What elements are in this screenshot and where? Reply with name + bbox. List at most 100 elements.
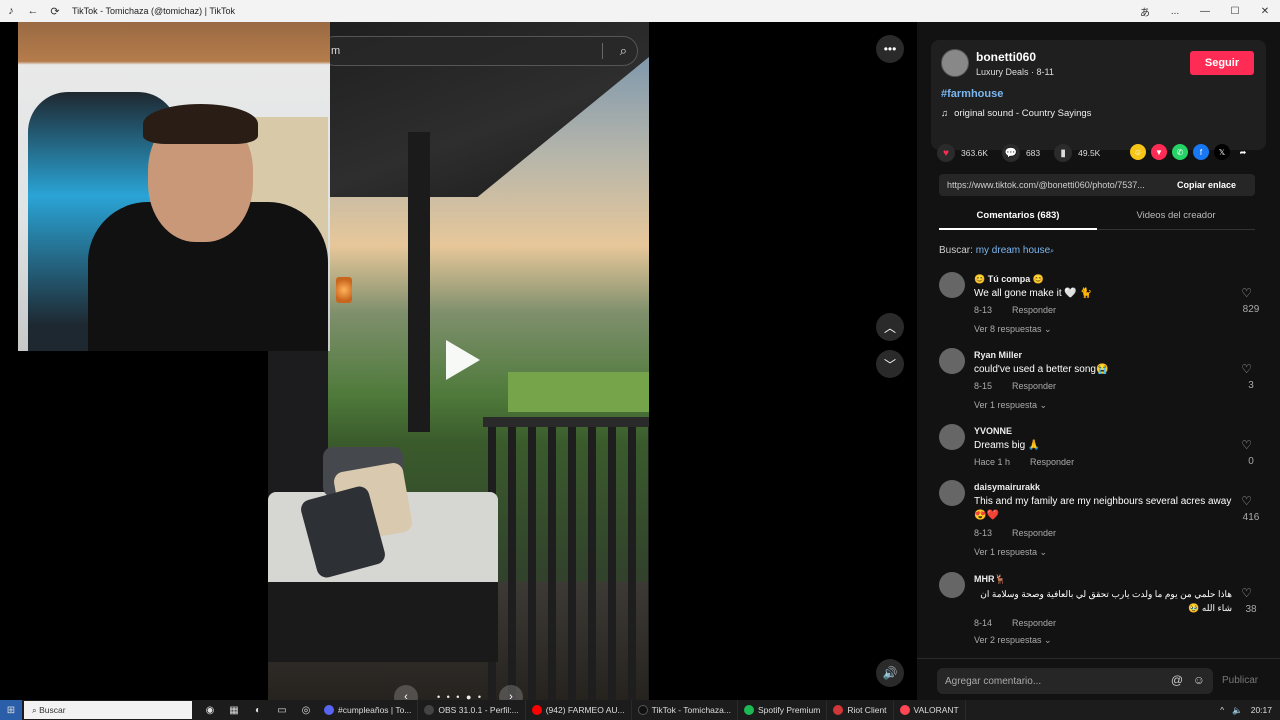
comment-meta: 8-13 Responder — [974, 305, 1056, 315]
file-explorer-icon[interactable]: ▭ — [270, 705, 294, 716]
back-icon[interactable]: ← — [22, 0, 44, 22]
minimize-button[interactable]: — — [1190, 0, 1220, 22]
search-divider — [602, 43, 603, 59]
tiktok-logo-icon: ♪ — [8, 5, 14, 17]
steam-icon[interactable]: ◎ — [294, 705, 318, 716]
coin-share-icon[interactable]: ☺ — [1130, 144, 1146, 160]
comment-author[interactable]: daisymairurakk — [974, 482, 1040, 492]
save-button[interactable]: ▮ 49.5K — [1054, 144, 1100, 162]
video-stage: m ⌕ ‹ • • • ● • › ••• ︿ ﹀ 🔊 — [0, 22, 917, 709]
comment-text: This and my family are my neighbours sev… — [974, 496, 1232, 521]
reply-button[interactable]: Responder — [1012, 528, 1056, 538]
share-link-url[interactable]: https://www.tiktok.com/@bonetti060/photo… — [939, 180, 1171, 190]
taskbar-app-spotify[interactable]: Spotify Premium — [738, 700, 828, 720]
reply-button[interactable]: Responder — [1012, 381, 1056, 391]
avatar[interactable] — [939, 424, 965, 450]
translate-icon[interactable]: あ — [1130, 0, 1160, 22]
previous-video-button[interactable]: ︿ — [876, 313, 904, 341]
taskbar-app-obs[interactable]: OBS 31.0.1 - Perfil:... — [418, 700, 526, 720]
heart-icon[interactable]: ♡ — [1241, 494, 1252, 508]
reload-icon[interactable]: ⟳ — [44, 0, 66, 22]
view-replies-button[interactable]: Ver 8 respuestas ⌄ — [974, 324, 1052, 335]
taskbar-app-tiktok[interactable]: TikTok - Tomichaza... — [632, 700, 738, 720]
search-icon[interactable]: ⌕ — [620, 43, 627, 59]
hashtag-link[interactable]: #farmhouse — [941, 88, 1003, 100]
music-note-icon: ♫ — [941, 108, 949, 119]
taskbar-app-label: OBS 31.0.1 - Perfil:... — [438, 705, 519, 715]
post-comment-button[interactable]: Publicar — [1222, 675, 1258, 686]
volume-icon[interactable]: 🔊 — [876, 659, 904, 687]
follow-button[interactable]: Seguir — [1190, 51, 1254, 75]
suggested-search[interactable]: Buscar: my dream house⌕ — [939, 245, 1054, 256]
reply-button[interactable]: Responder — [1012, 305, 1056, 315]
copilot-icon[interactable]: ◉ — [198, 705, 222, 716]
heart-icon[interactable]: ♡ — [1241, 438, 1252, 452]
comment-button[interactable]: 💬 683 — [1001, 144, 1040, 162]
comment-like-count: 38 — [1245, 604, 1257, 615]
play-icon[interactable] — [446, 340, 480, 380]
comment-like-count: 0 — [1248, 456, 1254, 467]
pinned-icons: ◉ ▦ ◐ ▭ ◎ — [198, 705, 318, 716]
avatar[interactable] — [939, 348, 965, 374]
clock[interactable]: 20:17 — [1251, 705, 1272, 715]
comment-input[interactable]: Agregar comentario... @ ☺ — [937, 668, 1213, 694]
speaker-icon[interactable]: 🔈 — [1232, 705, 1243, 716]
view-replies-button[interactable]: Ver 1 respuesta ⌄ — [974, 400, 1047, 411]
emoji-icon[interactable]: ☺ — [1193, 673, 1205, 687]
comment-text: هاذا حلمي من يوم ما ولدت يارب تحقق لي با… — [980, 589, 1232, 613]
comment-author[interactable]: YVONNE — [974, 426, 1012, 436]
comment-author[interactable]: 😊 Tú compa 😊 — [974, 274, 1044, 285]
taskbar-app-valorant[interactable]: VALORANT — [894, 700, 966, 720]
taskbar-app-label: Riot Client — [847, 705, 887, 715]
panel-tabs: Comentarios (683) Videos del creador — [939, 204, 1255, 230]
comment-author[interactable]: Ryan Miller — [974, 350, 1022, 360]
send-share-icon[interactable]: ▼ — [1151, 144, 1167, 160]
creator-username[interactable]: bonetti060 — [976, 50, 1036, 64]
taskbar-app-riot[interactable]: Riot Client — [827, 700, 894, 720]
windows-taskbar: ⊞ ⌕ Buscar ◉ ▦ ◐ ▭ ◎ #cumpleaños | To...… — [0, 700, 1280, 720]
comment-meta: 8-14 Responder — [974, 618, 1056, 628]
reply-button[interactable]: Responder — [1012, 618, 1056, 628]
view-replies-button[interactable]: Ver 2 respuestas ⌄ — [974, 635, 1052, 646]
photo-field — [508, 372, 649, 412]
menu-button[interactable]: ... — [1160, 0, 1190, 22]
avatar[interactable] — [939, 480, 965, 506]
chevron-up-icon[interactable]: ^ — [1220, 705, 1224, 715]
reply-button[interactable]: Responder — [1030, 457, 1074, 467]
copy-link-button[interactable]: Copiar enlace — [1177, 180, 1236, 190]
heart-icon[interactable]: ♡ — [1241, 286, 1252, 300]
taskbar-app-label: (942) FARMEO AU... — [545, 705, 625, 715]
windows-start-icon[interactable]: ⊞ — [0, 700, 22, 720]
like-button[interactable]: ♥ 363.6K — [937, 144, 988, 162]
taskbar-app-discord[interactable]: #cumpleaños | To... — [318, 700, 419, 720]
more-options-button[interactable]: ••• — [876, 35, 904, 63]
photo-post — [408, 132, 430, 432]
comment-author[interactable]: MHR🦌 — [974, 574, 1006, 585]
edge-icon[interactable]: ◐ — [246, 705, 270, 716]
comment-date: 8-13 — [974, 305, 993, 315]
mention-icon[interactable]: @ — [1171, 673, 1183, 687]
next-video-button[interactable]: ﹀ — [876, 350, 904, 378]
calculator-icon[interactable]: ▦ — [222, 705, 246, 716]
avatar[interactable] — [939, 572, 965, 598]
share-arrow-icon[interactable]: ➦ — [1235, 144, 1251, 160]
view-replies-button[interactable]: Ver 1 respuesta ⌄ — [974, 547, 1047, 558]
search-input[interactable]: m ⌕ — [320, 36, 638, 66]
whatsapp-icon[interactable]: ✆ — [1172, 144, 1188, 160]
avatar[interactable] — [941, 49, 969, 77]
music-link[interactable]: ♫ original sound - Country Sayings — [941, 108, 1091, 119]
tab-creator-videos[interactable]: Videos del creador — [1097, 210, 1255, 221]
suggested-search-term[interactable]: my dream house — [976, 245, 1050, 256]
bookmark-icon: ▮ — [1054, 144, 1073, 162]
taskbar-app-youtube[interactable]: (942) FARMEO AU... — [526, 700, 632, 720]
x-icon[interactable]: 𝕏 — [1214, 144, 1230, 160]
taskbar-search-input[interactable]: ⌕ Buscar — [24, 701, 192, 719]
maximize-button[interactable]: ☐ — [1220, 0, 1250, 22]
taskbar-app-label: #cumpleaños | To... — [338, 705, 412, 715]
tab-comments[interactable]: Comentarios (683) — [939, 210, 1097, 230]
facebook-icon[interactable]: f — [1193, 144, 1209, 160]
avatar[interactable] — [939, 272, 965, 298]
close-button[interactable]: ✕ — [1250, 0, 1280, 22]
heart-icon[interactable]: ♡ — [1241, 362, 1252, 376]
heart-icon[interactable]: ♡ — [1241, 586, 1252, 600]
